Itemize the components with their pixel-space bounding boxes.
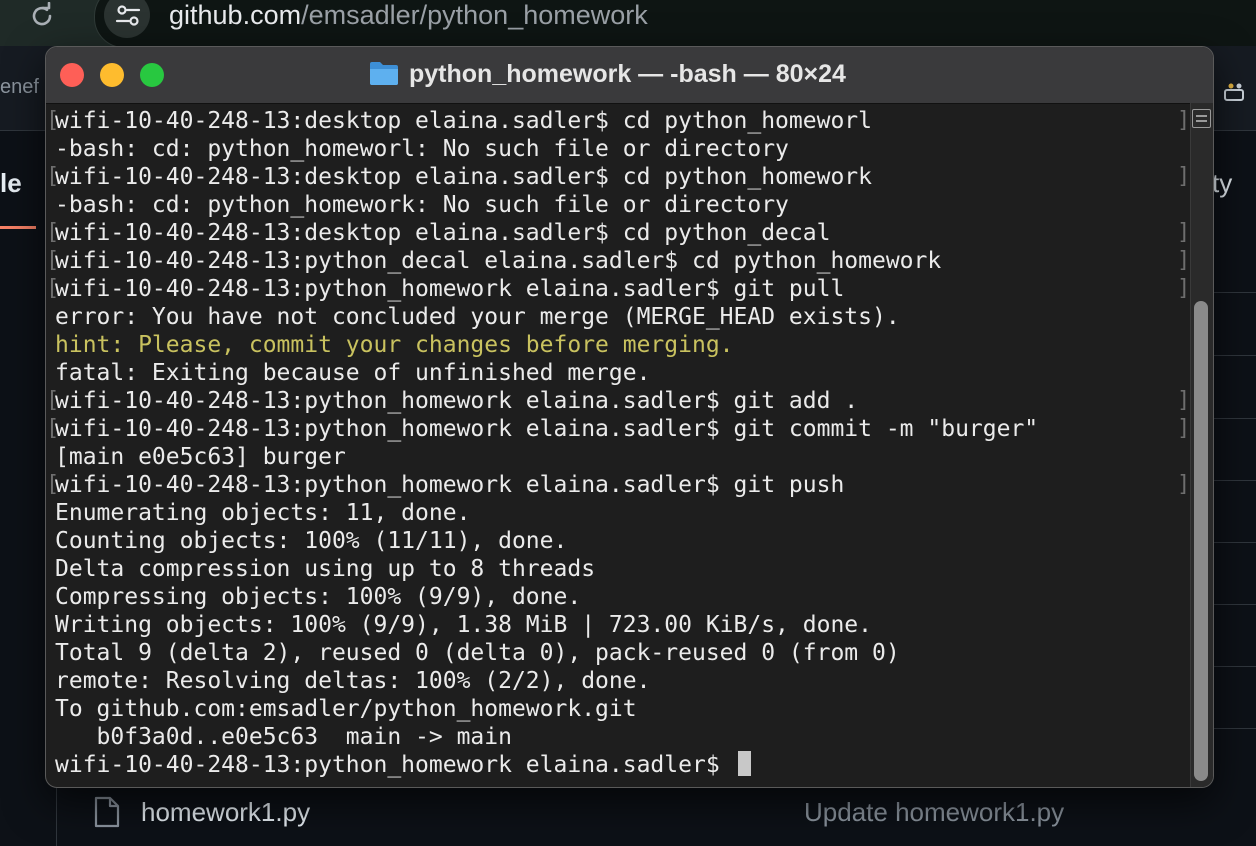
terminal-line-text: Delta compression using up to 8 threads — [55, 556, 596, 582]
terminal-line-text: fatal: Exiting because of unfinished mer… — [55, 360, 651, 386]
terminal-line-text: Compressing objects: 100% (9/9), done. — [55, 584, 582, 610]
address-bar-url[interactable]: github.com/emsadler/python_homework — [169, 0, 648, 30]
terminal-line: Writing objects: 100% (9/9), 1.38 MiB | … — [55, 611, 1199, 639]
prompt-mark-right: ] — [1177, 108, 1191, 133]
header-text-fragment: enef — [0, 76, 39, 98]
repo-tab-fragment[interactable]: ty — [1212, 168, 1232, 199]
prompt-mark-left: [ — [46, 248, 60, 273]
reload-icon[interactable] — [28, 2, 56, 30]
prompt-mark-left: [ — [46, 276, 60, 301]
terminal-line-text: Writing objects: 100% (9/9), 1.38 MiB | … — [55, 612, 872, 638]
terminal-line-text: wifi-10-40-248-13:python_homework elaina… — [55, 388, 859, 414]
terminal-line-text: Enumerating objects: 11, done. — [55, 500, 471, 526]
terminal-window[interactable]: python_homework — -bash — 80×24 [wifi-10… — [45, 46, 1214, 788]
terminal-line-text: wifi-10-40-248-13:python_homework elaina… — [55, 276, 845, 302]
prompt-mark-right: ] — [1177, 416, 1191, 441]
url-host: github.com — [169, 0, 302, 30]
terminal-line: -bash: cd: python_homework: No such file… — [55, 191, 1199, 219]
terminal-line-text: remote: Resolving deltas: 100% (2/2), do… — [55, 668, 651, 694]
terminal-titlebar[interactable]: python_homework — -bash — 80×24 — [46, 47, 1213, 104]
prompt-mark-left: [ — [46, 472, 60, 497]
terminal-line: [wifi-10-40-248-13:python_decal elaina.s… — [46, 247, 1199, 275]
prompt-mark-left: [ — [46, 108, 60, 133]
terminal-line-text: [main e0e5c63] burger — [55, 444, 346, 470]
minimize-button[interactable] — [100, 63, 124, 87]
terminal-line: Enumerating objects: 11, done. — [55, 499, 1199, 527]
divider — [1212, 418, 1256, 419]
window-title-text: python_homework — -bash — 80×24 — [409, 60, 846, 88]
terminal-line: remote: Resolving deltas: 100% (2/2), do… — [55, 667, 1199, 695]
terminal-line-text: -bash: cd: python_homework: No such file… — [55, 192, 789, 218]
scrollbar-thumb[interactable] — [1194, 301, 1208, 781]
tune-icon — [115, 5, 141, 26]
terminal-line-text: wifi-10-40-248-13:desktop elaina.sadler$… — [55, 108, 872, 134]
terminal-line: Compressing objects: 100% (9/9), done. — [55, 583, 1199, 611]
divider — [1212, 480, 1256, 481]
terminal-line: [wifi-10-40-248-13:desktop elaina.sadler… — [46, 107, 1199, 135]
prompt-mark-right: ] — [1177, 388, 1191, 413]
divider — [56, 786, 57, 846]
terminal-line: fatal: Exiting because of unfinished mer… — [55, 359, 1199, 387]
terminal-line: -bash: cd: python_homeworl: No such file… — [55, 135, 1199, 163]
divider — [1212, 666, 1256, 667]
terminal-line-text: wifi-10-40-248-13:desktop elaina.sadler$… — [55, 164, 872, 190]
active-tab-underline — [0, 226, 36, 229]
divider — [1212, 542, 1256, 543]
commit-message-link[interactable]: Update homework1.py — [804, 797, 1064, 828]
terminal-line-text: -bash: cd: python_homeworl: No such file… — [55, 136, 789, 162]
prompt-mark-left: [ — [46, 416, 60, 441]
file-name-link[interactable]: homework1.py — [141, 797, 310, 828]
terminal-line-text: error: You have not concluded your merge… — [55, 304, 900, 330]
close-button[interactable] — [60, 63, 84, 87]
prompt-mark-left: [ — [46, 220, 60, 245]
folder-icon — [370, 62, 398, 85]
divider — [1212, 292, 1256, 293]
terminal-line-text: wifi-10-40-248-13:python_homework elaina… — [55, 752, 734, 778]
terminal-line-text: Counting objects: 100% (11/11), done. — [55, 528, 568, 554]
divider — [1212, 604, 1256, 605]
divider — [1212, 355, 1256, 356]
terminal-line: [wifi-10-40-248-13:python_homework elain… — [46, 387, 1199, 415]
extension-icon[interactable] — [1222, 80, 1248, 106]
terminal-line-text: b0f3a0d..e0e5c63 main -> main — [55, 724, 512, 750]
prompt-mark-right: ] — [1177, 248, 1191, 273]
terminal-line: hint: Please, commit your changes before… — [55, 331, 1199, 359]
terminal-line-text: wifi-10-40-248-13:python_decal elaina.sa… — [55, 248, 942, 274]
prompt-mark-right: ] — [1177, 164, 1191, 189]
terminal-line: [wifi-10-40-248-13:desktop elaina.sadler… — [46, 163, 1199, 191]
terminal-line: wifi-10-40-248-13:python_homework elaina… — [55, 751, 1199, 779]
prompt-mark-right: ] — [1177, 220, 1191, 245]
url-path: /emsadler/python_homework — [301, 0, 648, 30]
terminal-line-text: wifi-10-40-248-13:python_homework elaina… — [55, 472, 845, 498]
terminal-line: [wifi-10-40-248-13:desktop elaina.sadler… — [46, 219, 1199, 247]
terminal-line-text: wifi-10-40-248-13:python_homework elaina… — [55, 416, 1039, 442]
terminal-line: [main e0e5c63] burger — [55, 443, 1199, 471]
maximize-button[interactable] — [140, 63, 164, 87]
prompt-mark-left: [ — [46, 164, 60, 189]
terminal-line-text: hint: Please, commit your changes before… — [55, 332, 734, 358]
terminal-line: error: You have not concluded your merge… — [55, 303, 1199, 331]
terminal-line: [wifi-10-40-248-13:python_homework elain… — [46, 275, 1199, 303]
terminal-line: [wifi-10-40-248-13:python_homework elain… — [46, 471, 1199, 499]
terminal-line: b0f3a0d..e0e5c63 main -> main — [55, 723, 1199, 751]
repo-tab-active[interactable]: le — [0, 168, 22, 199]
terminal-line-text: To github.com:emsadler/python_homework.g… — [55, 696, 637, 722]
terminal-output[interactable]: [wifi-10-40-248-13:desktop elaina.sadler… — [46, 103, 1199, 787]
split-pane-icon[interactable] — [1192, 109, 1211, 128]
file-icon — [94, 796, 120, 828]
divider — [1212, 728, 1256, 729]
terminal-line: [wifi-10-40-248-13:python_homework elain… — [46, 415, 1199, 443]
terminal-line: Delta compression using up to 8 threads — [55, 555, 1199, 583]
prompt-mark-left: [ — [46, 388, 60, 413]
text-cursor — [737, 751, 751, 776]
prompt-mark-right: ] — [1177, 276, 1191, 301]
terminal-line: Total 9 (delta 2), reused 0 (delta 0), p… — [55, 639, 1199, 667]
terminal-line-text: Total 9 (delta 2), reused 0 (delta 0), p… — [55, 640, 900, 666]
terminal-line: Counting objects: 100% (11/11), done. — [55, 527, 1199, 555]
terminal-line: To github.com:emsadler/python_homework.g… — [55, 695, 1199, 723]
terminal-line-text: wifi-10-40-248-13:desktop elaina.sadler$… — [55, 220, 831, 246]
prompt-mark-right: ] — [1177, 472, 1191, 497]
